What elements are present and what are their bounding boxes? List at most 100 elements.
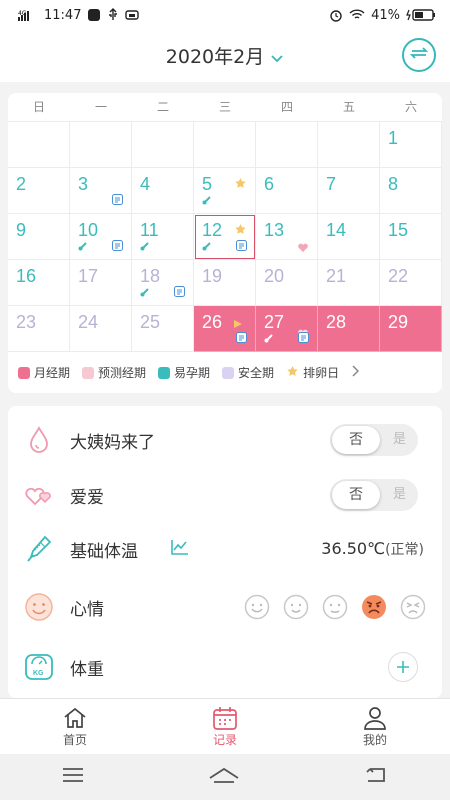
- back-to-today-button[interactable]: [402, 38, 436, 72]
- chart-icon[interactable]: [170, 538, 190, 560]
- month-selector[interactable]: 2020年2月: [0, 42, 450, 69]
- day-cell[interactable]: 22: [380, 260, 442, 306]
- day-cell[interactable]: 21: [318, 260, 380, 306]
- mood-happy-icon[interactable]: [244, 594, 270, 620]
- home-nav-icon[interactable]: [208, 766, 240, 788]
- mood-options: [244, 594, 426, 620]
- thermometer-icon: [24, 534, 54, 564]
- thermometer-icon: [78, 236, 89, 255]
- day-cell[interactable]: 18: [132, 260, 194, 306]
- mood-content-icon[interactable]: [283, 594, 309, 620]
- day-cell[interactable]: 26: [194, 306, 256, 352]
- plus-icon: [397, 661, 409, 673]
- day-number: 19: [202, 266, 223, 286]
- day-number: 22: [388, 266, 409, 286]
- legend-ovulation: 排卵日: [286, 364, 339, 381]
- record-row-love: 爱爱 否 是: [8, 466, 442, 524]
- notification-icon: [87, 8, 101, 22]
- toggle-yes: 是: [392, 487, 406, 502]
- tab-record[interactable]: 记录: [150, 699, 300, 754]
- day-cell[interactable]: 11: [132, 214, 194, 260]
- temperature-label: 基础体温: [70, 541, 138, 562]
- period-label: 大姨妈来了: [70, 432, 155, 453]
- predicted-swatch: [82, 366, 95, 379]
- legend-fertile: 易孕期: [158, 364, 210, 381]
- period-toggle[interactable]: 否 是: [330, 424, 418, 456]
- day-number: 25: [140, 312, 161, 332]
- chevron-down-icon: [270, 47, 284, 69]
- calendar-icon: [212, 705, 238, 731]
- day-cell[interactable]: 27: [256, 306, 318, 352]
- empty-cell: [132, 122, 194, 168]
- day-number: 23: [16, 312, 37, 332]
- tab-label: 记录: [212, 733, 237, 747]
- day-number: 21: [326, 266, 347, 286]
- note-icon: [174, 282, 185, 301]
- heart-icon: [297, 238, 309, 257]
- day-cell[interactable]: 2: [8, 168, 70, 214]
- day-cell[interactable]: 23: [8, 306, 70, 352]
- add-weight-button[interactable]: [388, 652, 418, 682]
- calendar-grid: 1 2 3 4 5 6 7 8 9 10 11 12 13 14 15 16 1…: [8, 121, 442, 352]
- hearts-icon: [24, 480, 54, 510]
- day-cell[interactable]: 28: [318, 306, 380, 352]
- day-cell[interactable]: 16: [8, 260, 70, 306]
- day-cell[interactable]: 20: [256, 260, 318, 306]
- record-row-temperature[interactable]: 基础体温 36.50℃(正常): [8, 520, 442, 578]
- day-cell[interactable]: 3: [70, 168, 132, 214]
- tab-home[interactable]: 首页: [0, 699, 150, 754]
- period-swatch: [18, 366, 30, 379]
- day-cell[interactable]: 24: [70, 306, 132, 352]
- love-label: 爱爱: [70, 487, 104, 508]
- tab-mine[interactable]: 我的: [300, 699, 450, 754]
- day-number: 15: [388, 220, 409, 240]
- day-cell[interactable]: 8: [380, 168, 442, 214]
- day-cell-today[interactable]: 12: [194, 214, 256, 260]
- temperature-status: (正常): [385, 542, 424, 558]
- day-cell[interactable]: 29: [380, 306, 442, 352]
- day-cell[interactable]: 14: [318, 214, 380, 260]
- weekday-sun: 日: [32, 100, 45, 114]
- menu-icon[interactable]: [62, 767, 84, 787]
- love-toggle[interactable]: 否 是: [330, 479, 418, 511]
- day-number: 26: [202, 312, 223, 332]
- home-icon: [62, 705, 88, 731]
- thermometer-icon: [202, 236, 213, 255]
- mood-angry-icon[interactable]: [361, 594, 387, 620]
- battery-icon: [406, 8, 436, 22]
- month-title: 2020年2月: [165, 46, 265, 68]
- mood-upset-icon[interactable]: [400, 594, 426, 620]
- safe-swatch: [222, 366, 235, 379]
- day-cell[interactable]: 19: [194, 260, 256, 306]
- day-cell[interactable]: 1: [380, 122, 442, 168]
- day-cell[interactable]: 5: [194, 168, 256, 214]
- chevron-right-icon[interactable]: [351, 365, 360, 380]
- day-cell[interactable]: 13: [256, 214, 318, 260]
- legend-label: 预测经期: [98, 366, 147, 380]
- legend-period: 月经期: [18, 364, 70, 381]
- calendar-legend[interactable]: 月经期 预测经期 易孕期 安全期 排卵日: [8, 351, 442, 393]
- mood-neutral-icon[interactable]: [322, 594, 348, 620]
- day-cell[interactable]: 25: [132, 306, 194, 352]
- weekday-header: 日 一 二 三 四 五 六: [8, 93, 442, 121]
- day-number: 2: [16, 174, 27, 194]
- note-icon: [236, 236, 247, 255]
- day-cell[interactable]: 4: [132, 168, 194, 214]
- record-row-weight[interactable]: KG 体重: [8, 638, 442, 696]
- status-time: 11:47: [44, 7, 82, 23]
- day-cell[interactable]: 9: [8, 214, 70, 260]
- record-row-mood: 心情: [8, 578, 442, 636]
- day-cell[interactable]: 7: [318, 168, 380, 214]
- status-bar: 4G 11:47 41%: [0, 0, 450, 30]
- legend-safe: 安全期: [222, 364, 274, 381]
- day-cell[interactable]: 15: [380, 214, 442, 260]
- day-number: 8: [388, 174, 399, 194]
- day-cell[interactable]: 10: [70, 214, 132, 260]
- day-cell[interactable]: 6: [256, 168, 318, 214]
- today-icon: [409, 45, 429, 65]
- note-icon: [298, 328, 309, 347]
- day-cell[interactable]: 17: [70, 260, 132, 306]
- mood-label: 心情: [70, 599, 104, 620]
- day-number: 4: [140, 174, 151, 194]
- back-icon[interactable]: [364, 766, 388, 788]
